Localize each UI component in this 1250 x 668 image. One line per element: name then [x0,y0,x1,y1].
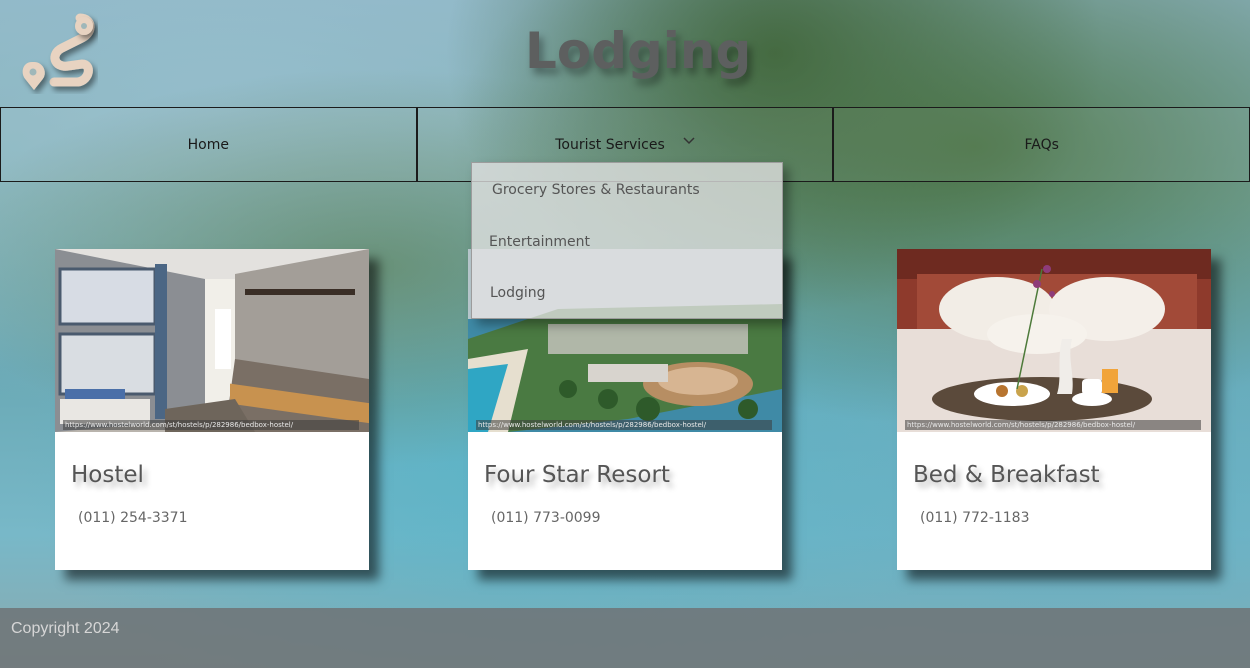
nav-item-label: FAQs [1024,136,1059,153]
card-title: Four Star Resort [484,462,670,488]
chevron-down-icon[interactable] [683,136,695,145]
footer: Copyright 2024 [0,608,1250,668]
dropdown-item-grocery-restaurants[interactable]: Grocery Stores & Restaurants [492,182,700,198]
tourist-services-dropdown: Grocery Stores & Restaurants Entertainme… [471,162,783,319]
card-phone: (011) 254-3371 [78,510,188,526]
image-credit: https://www.hostelworld.com/st/hostels/p… [476,420,772,430]
hostel-image: https://www.hostelworld.com/st/hostels/p… [55,249,369,432]
nav-item-home[interactable]: Home [0,107,417,182]
card-phone: (011) 773-0099 [491,510,601,526]
lodging-card-hostel[interactable]: https://www.hostelworld.com/st/hostels/p… [55,249,369,570]
page-title: Lodging [525,22,752,80]
logo-map-pin-route-icon[interactable] [18,12,98,94]
nav-item-label: Tourist Services [555,136,665,153]
bed-breakfast-image: https://www.hostelworld.com/st/hostels/p… [897,249,1211,432]
card-title: Bed & Breakfast [913,462,1100,488]
copyright-text: Copyright 2024 [11,620,120,637]
nav-item-faqs[interactable]: FAQs [833,107,1250,182]
nav-item-label: Home [187,136,229,153]
card-phone: (011) 772-1183 [920,510,1030,526]
image-credit: https://www.hostelworld.com/st/hostels/p… [63,420,359,430]
dropdown-item-lodging[interactable]: Lodging [490,285,546,301]
card-title: Hostel [71,462,144,488]
image-credit: https://www.hostelworld.com/st/hostels/p… [905,420,1201,430]
dropdown-item-entertainment[interactable]: Entertainment [489,234,590,250]
lodging-card-bed-breakfast[interactable]: https://www.hostelworld.com/st/hostels/p… [897,249,1211,570]
